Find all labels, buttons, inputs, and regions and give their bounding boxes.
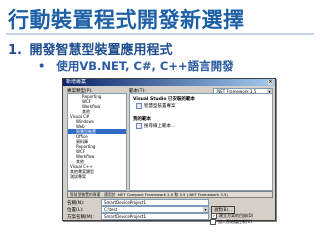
new-project-dialog: 新增專案 × 專案類型(P): 範本(T): .NET Framework 3.… [62, 78, 276, 221]
solution-name-input[interactable]: SmartDeviceProject1 [101, 213, 209, 220]
bullet-level2-text: 使用VB.NET, C#, C++語言開發 [56, 59, 234, 73]
templates-my-header: 我的範本 [133, 117, 151, 122]
project-template-icon [136, 103, 142, 109]
dialog-titlebar: 新增專案 × [63, 79, 275, 86]
template-label: 智慧型裝置專案 [144, 104, 176, 109]
location-value: C:\test [104, 207, 118, 212]
checkbox-icon[interactable] [210, 219, 216, 225]
templates-list[interactable]: Visual Studio 已安裝的範本 智慧型裝置專案 我的範本 搜尋線上範本… [129, 93, 273, 191]
bullet-level1: 1. 開發智慧型裝置應用程式 [8, 39, 173, 58]
templates-installed-header: Visual Studio 已安裝的範本 [133, 97, 195, 102]
bullet-level1-text: 開發智慧型裝置應用程式 [29, 43, 173, 58]
bullet-number: 1. [8, 43, 22, 58]
template-search-online[interactable]: 搜尋線上範本... [130, 122, 272, 130]
close-icon[interactable]: × [268, 80, 273, 85]
add-source-control-label: 加入原始檔控制(U) [218, 219, 253, 224]
location-combo[interactable]: C:\test ▾ [101, 206, 209, 213]
name-label: 名稱(N): [67, 201, 85, 206]
project-types-tree[interactable]: Reporting WCF Workflow 其他 Visual C# Windows We… [67, 93, 127, 191]
slide-title: 行動裝置程式開發新選擇 [8, 8, 245, 32]
template-smart-device[interactable]: 智慧型裝置專案 [130, 102, 272, 110]
bullet-level2: • 使用VB.NET, C#, C++語言開發 [38, 58, 234, 74]
template-description: 智慧型裝置的專案 - 適用於 .NET Compact Framework 2.… [67, 191, 273, 198]
title-divider [6, 33, 314, 35]
add-source-control-checkbox[interactable]: 加入原始檔控制(U) [210, 219, 252, 225]
dialog-title: 新增專案 [66, 79, 87, 85]
name-input[interactable]: SmartDeviceProject1 [101, 199, 209, 206]
tree-item[interactable]: 測試專案 [68, 174, 126, 179]
solution-name-label: 方案名稱(M): [67, 215, 94, 220]
chevron-down-icon[interactable]: ▾ [203, 207, 208, 212]
search-online-icon [136, 123, 142, 129]
template-label: 搜尋線上範本... [144, 124, 176, 129]
location-label: 位置(L): [67, 208, 84, 213]
bullet-dot: • [38, 59, 46, 73]
